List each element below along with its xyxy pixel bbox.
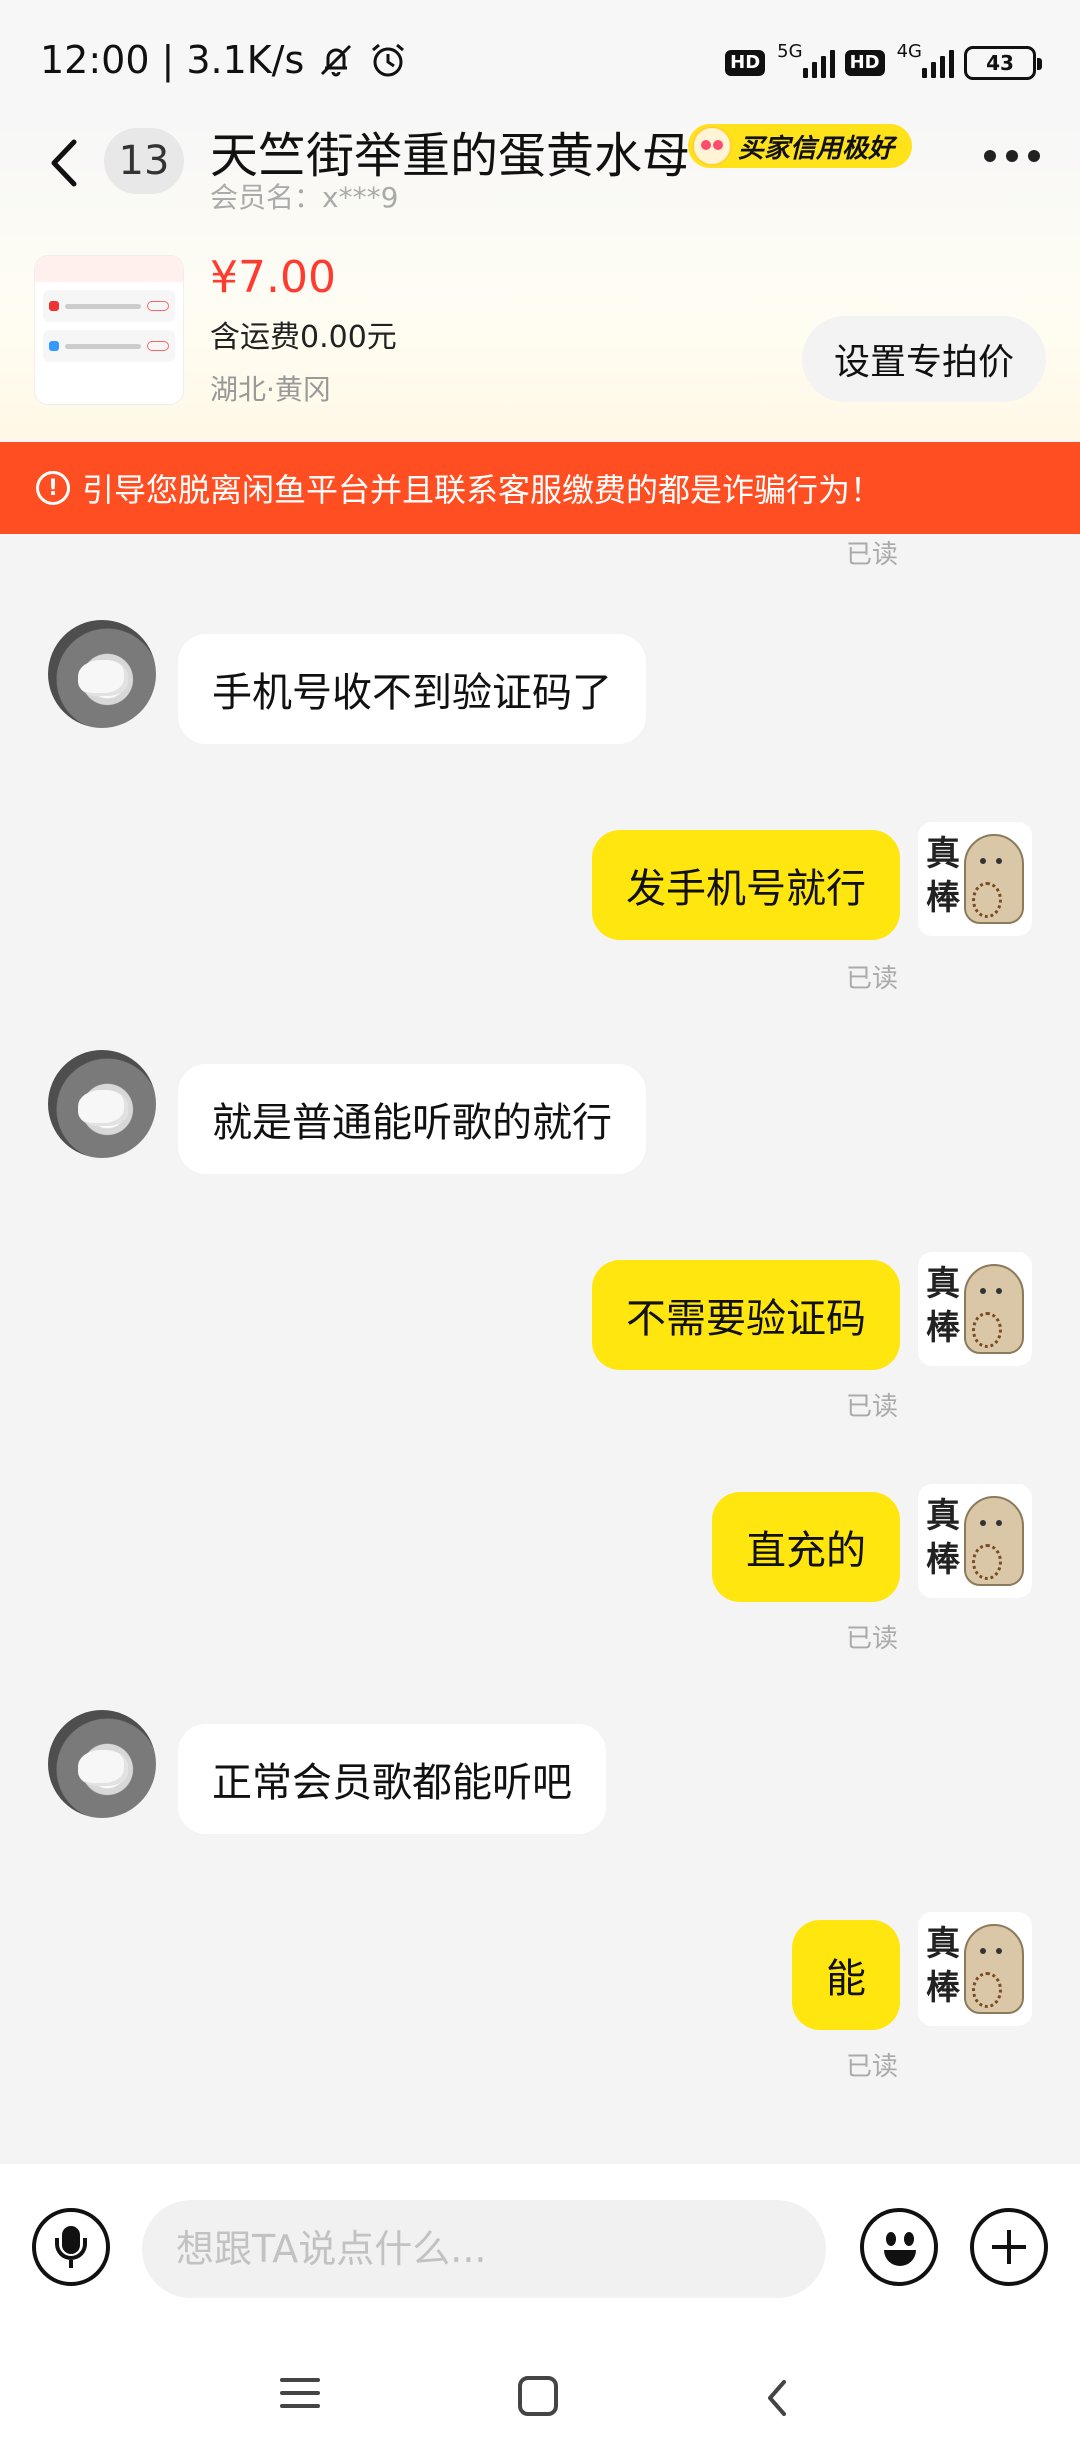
signal-icon-2 xyxy=(922,48,954,78)
read-status: 已读 xyxy=(846,1624,899,1654)
read-status: 已读 xyxy=(846,964,899,994)
my-avatar[interactable]: 真棒 xyxy=(918,1252,1032,1366)
chat-messages[interactable]: 已读 手机号收不到验证码了 真棒 发手机号就行 已读 就是普通能听歌的就行 真棒… xyxy=(0,534,1080,2164)
alarm-icon xyxy=(372,43,405,77)
message-bubble-sent[interactable]: 不需要验证码 xyxy=(592,1260,900,1370)
exclamation-circle-icon: ! xyxy=(36,471,70,505)
sim2-network: 4G xyxy=(896,40,922,62)
input-bar xyxy=(0,2164,1080,2334)
avatar-caption: 真棒 xyxy=(926,1924,960,2008)
sim1-network: 5G xyxy=(777,40,803,62)
message-bubble-sent[interactable]: 直充的 xyxy=(712,1492,900,1602)
member-label: 会员名：x***9 xyxy=(210,181,399,214)
hd-badge-2: HD xyxy=(844,50,885,76)
heart-eyes-icon xyxy=(692,126,732,166)
contact-avatar[interactable] xyxy=(48,1710,156,1818)
read-status: 已读 xyxy=(846,540,899,570)
battery-level: 43 xyxy=(986,51,1014,75)
signal-icon-1 xyxy=(802,48,835,78)
home-square-icon[interactable] xyxy=(518,2376,558,2416)
status-separator: | xyxy=(161,38,175,82)
plus-icon[interactable] xyxy=(970,2208,1048,2286)
battery-icon: 43 xyxy=(964,46,1042,80)
fraud-warning-text: 引导您脱离闲鱼平台并且联系客服缴费的都是诈骗行为！ xyxy=(82,471,883,509)
fraud-warning-banner: ! 引导您脱离闲鱼平台并且联系客服缴费的都是诈骗行为！ xyxy=(0,442,1080,534)
my-avatar[interactable]: 真棒 xyxy=(918,822,1032,936)
seller-location: 湖北·黄冈 xyxy=(210,373,331,406)
bell-muted-icon xyxy=(321,44,352,77)
set-special-price-button[interactable]: 设置专拍价 xyxy=(802,316,1046,402)
credit-badge[interactable]: 买家信用极好 xyxy=(688,124,913,168)
menu-icon[interactable] xyxy=(280,2378,320,2414)
network-speed: 3.1K/s xyxy=(186,38,305,82)
my-avatar[interactable]: 真棒 xyxy=(918,1484,1032,1598)
credit-badge-label: 买家信用极好 xyxy=(738,133,895,164)
contact-avatar[interactable] xyxy=(48,620,156,728)
read-status: 已读 xyxy=(846,2052,899,2082)
read-status: 已读 xyxy=(846,1392,899,1422)
contact-avatar[interactable] xyxy=(48,1050,156,1158)
unread-count-badge[interactable]: 13 xyxy=(104,128,184,194)
message-bubble-sent[interactable]: 能 xyxy=(792,1920,900,2030)
shipping-fee: 含运费0.00元 xyxy=(210,320,397,355)
status-bar: 12:00 | 3.1K/s HD 5G HD 4G 43 xyxy=(0,0,1080,120)
avatar-caption: 真棒 xyxy=(926,1264,960,1348)
message-input[interactable] xyxy=(142,2200,826,2298)
product-price: ¥7.00 xyxy=(210,252,336,303)
message-bubble-received[interactable]: 手机号收不到验证码了 xyxy=(178,634,646,744)
back-triangle-icon[interactable] xyxy=(762,2378,792,2418)
microphone-icon[interactable] xyxy=(32,2208,110,2286)
avatar-caption: 真棒 xyxy=(926,834,960,918)
my-avatar[interactable]: 真棒 xyxy=(918,1912,1032,2026)
emoji-icon[interactable] xyxy=(860,2208,938,2286)
message-bubble-received[interactable]: 正常会员歌都能听吧 xyxy=(178,1724,606,1834)
hd-badge-1: HD xyxy=(725,50,766,76)
status-time: 12:00 xyxy=(40,38,150,82)
avatar-caption: 真棒 xyxy=(926,1496,960,1580)
more-dots-icon[interactable] xyxy=(984,150,1040,162)
status-right: HD 5G HD 4G 43 xyxy=(725,41,1042,80)
system-nav-bar xyxy=(0,2334,1080,2460)
chevron-left-icon[interactable] xyxy=(40,128,90,198)
message-bubble-sent[interactable]: 发手机号就行 xyxy=(592,830,900,940)
product-thumbnail[interactable] xyxy=(34,255,184,405)
status-left: 12:00 | 3.1K/s xyxy=(40,38,408,82)
message-bubble-received[interactable]: 就是普通能听歌的就行 xyxy=(178,1064,646,1174)
